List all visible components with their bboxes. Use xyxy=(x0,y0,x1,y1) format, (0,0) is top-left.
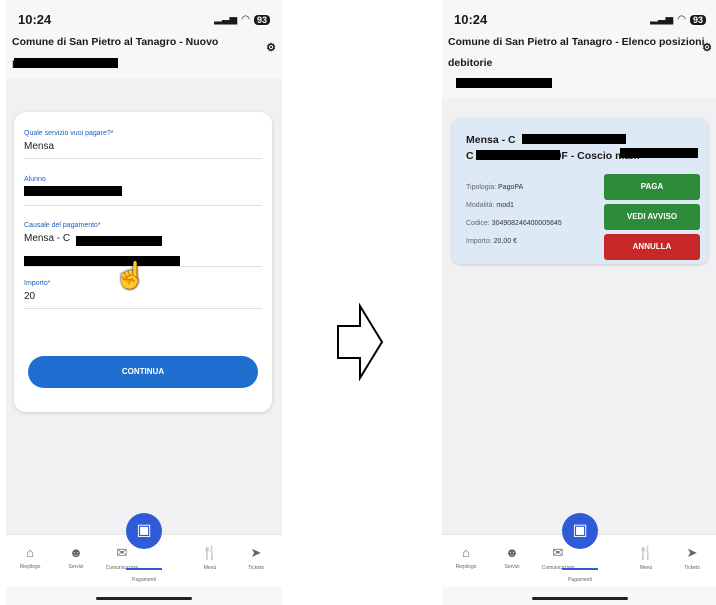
send-icon: ➤ xyxy=(250,545,262,560)
tab-label: Menù xyxy=(203,565,217,571)
users-icon: ☻ xyxy=(69,545,83,560)
debt-position-card: Mensa - CH - C0F - Coscio mam Tipologia:… xyxy=(452,118,708,264)
wifi-icon: ◠ xyxy=(677,14,686,25)
utensils-icon: 🍴 xyxy=(201,545,219,560)
arrow-right-icon xyxy=(337,302,384,382)
battery-icon: 93 xyxy=(253,14,270,25)
tab-label: Tickets xyxy=(248,565,264,571)
service-select[interactable]: Mensa xyxy=(24,141,262,152)
wallet-icon[interactable]: ▣ xyxy=(126,513,162,549)
tab-riepilogo[interactable]: ⌂ Riepilogo xyxy=(444,545,488,570)
redacted-text xyxy=(24,186,122,196)
debt-title-part: Mensa - C xyxy=(466,134,516,146)
field-label: Alunno xyxy=(24,176,46,183)
users-icon: ☻ xyxy=(505,545,519,560)
info-codice: Codice: 304908246400005645 xyxy=(466,220,562,227)
redacted-text xyxy=(76,236,162,246)
divider xyxy=(24,158,262,159)
tab-label: Tickets xyxy=(684,565,700,571)
tab-bar: ⌂ Riepilogo ☻ Servizi ✉ Comunicazioni Pa… xyxy=(442,513,716,587)
signal-icon: ▂▃▅ xyxy=(650,14,674,25)
home-indicator xyxy=(96,597,192,600)
gear-icon[interactable]: ⚙ xyxy=(702,38,712,59)
tab-tickets[interactable]: ➤ Tickets xyxy=(670,545,714,571)
tab-label: Pagamenti xyxy=(132,577,156,583)
field-label: Quale servizio vuoi pagare?* xyxy=(24,130,114,137)
cancel-button[interactable]: ANNULLA xyxy=(604,234,700,260)
home-icon: ⌂ xyxy=(462,545,470,560)
wifi-icon: ◠ xyxy=(241,14,250,25)
redacted-text xyxy=(476,150,560,160)
status-time: 10:24 xyxy=(454,12,488,27)
active-tab-indicator xyxy=(126,568,162,570)
app-header: Comune di San Pietro al Tanagro - Elenco… xyxy=(448,32,712,74)
tab-label: Riepilogo xyxy=(19,564,41,570)
active-tab-indicator xyxy=(562,568,598,570)
view-notice-button[interactable]: VEDI AVVISO xyxy=(604,204,700,230)
tab-label: Menù xyxy=(639,565,653,571)
tab-servizi[interactable]: ☻ Servizi xyxy=(54,545,98,570)
info-importo: Importo: 20,00 € xyxy=(466,238,517,245)
field-label: Causale del pagamento* xyxy=(24,222,101,229)
home-icon: ⌂ xyxy=(26,545,34,560)
tab-tickets[interactable]: ➤ Tickets xyxy=(234,545,278,571)
hand-pointer-icon: ☝ xyxy=(114,260,147,290)
status-time: 10:24 xyxy=(18,12,52,27)
status-bar: 10:24 ▂▃▅ ◠ 93 xyxy=(6,12,282,30)
utensils-icon: 🍴 xyxy=(637,545,655,560)
redacted-text xyxy=(522,134,626,144)
tab-pagamenti[interactable]: Pagamenti xyxy=(122,573,166,583)
page-title: Comune di San Pietro al Tanagro - Elenco… xyxy=(448,36,705,69)
redacted-text xyxy=(620,148,698,158)
phone-screen-debt-list: 10:24 ▂▃▅ ◠ 93 Comune di San Pietro al T… xyxy=(442,0,716,605)
signal-icon: ▂▃▅ xyxy=(214,14,238,25)
tab-label: Riepilogo xyxy=(455,564,477,570)
tab-pagamenti[interactable]: Pagamenti xyxy=(558,573,602,583)
tab-menu[interactable]: 🍴 Menù xyxy=(188,545,232,571)
debt-title-part: C xyxy=(466,150,474,162)
wallet-icon[interactable]: ▣ xyxy=(562,513,598,549)
tab-servizi[interactable]: ☻ Servizi xyxy=(490,545,534,570)
amount-input[interactable]: 20 xyxy=(24,291,262,302)
gear-icon[interactable]: ⚙ xyxy=(266,38,276,59)
phone-screen-new-payment: 10:24 ▂▃▅ ◠ 93 Comune di San Pietro al T… xyxy=(6,0,282,605)
service-field[interactable]: Quale servizio vuoi pagare?* Mensa xyxy=(24,130,262,159)
home-indicator xyxy=(532,597,628,600)
status-bar: 10:24 ▂▃▅ ◠ 93 xyxy=(442,12,716,30)
divider xyxy=(24,205,262,206)
redacted-text xyxy=(456,78,552,88)
redacted-text xyxy=(14,58,118,68)
continue-button[interactable]: CONTINUA xyxy=(28,356,258,388)
battery-icon: 93 xyxy=(689,14,706,25)
tab-riepilogo[interactable]: ⌂ Riepilogo xyxy=(8,545,52,570)
tab-label: Servizi xyxy=(504,564,520,570)
tab-label: Pagamenti xyxy=(568,577,592,583)
send-icon: ➤ xyxy=(686,545,698,560)
info-modalita: Modalità: mod1 xyxy=(466,202,514,209)
tab-label: Servizi xyxy=(68,564,84,570)
status-icons: ▂▃▅ ◠ 93 xyxy=(650,14,706,25)
tab-bar: ⌂ Riepilogo ☻ Servizi ✉ Comunicazioni Pa… xyxy=(6,513,282,587)
pay-button[interactable]: PAGA xyxy=(604,174,700,200)
divider xyxy=(24,308,262,309)
redacted-text xyxy=(24,256,180,266)
info-tipologia: Tipologia: PagoPA xyxy=(466,184,524,191)
tab-menu[interactable]: 🍴 Menù xyxy=(624,545,668,571)
status-icons: ▂▃▅ ◠ 93 xyxy=(214,14,270,25)
